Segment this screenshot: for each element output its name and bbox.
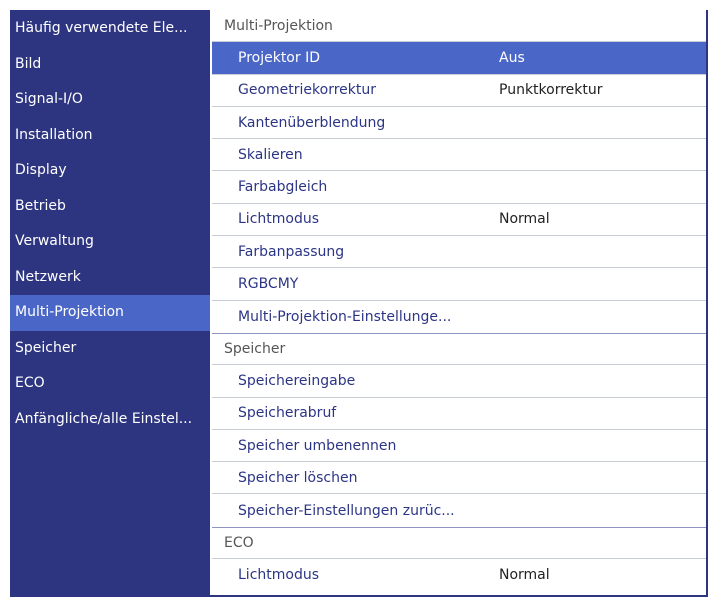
menu-row-skalieren[interactable]: Skalieren (212, 139, 706, 172)
menu-row-kantenueberblendung[interactable]: Kantenüberblendung (212, 107, 706, 140)
menu-row-multi-projektion-einstellungen[interactable]: Multi-Projektion-Einstellunge... (212, 301, 706, 333)
menu-row-label: Farbanpassung (238, 243, 345, 260)
menu-row-label: Skalieren (238, 146, 303, 163)
menu-row-label: Projektor ID (238, 49, 320, 66)
section-header-speicher: Speicher (212, 332, 706, 366)
menu-row-value: Punktkorrektur (499, 82, 603, 99)
sidebar-item-multi-projektion[interactable]: Multi-Projektion (10, 295, 210, 331)
sidebar-item-installation[interactable]: Installation (10, 118, 210, 154)
menu-row-label: Speicher-Einstellungen zurüc... (238, 502, 455, 519)
menu-row-value: Normal (499, 211, 550, 228)
menu-row-label: Lichtmodus (238, 567, 320, 584)
menu-row-lichtmodus[interactable]: Lichtmodus Normal (212, 204, 706, 237)
sidebar-item-anfaengliche-einstellungen[interactable]: Anfängliche/alle Einstel... (10, 402, 210, 438)
menu-row-projektor-id[interactable]: Projektor ID Aus (212, 42, 706, 75)
menu-row-speichereingabe[interactable]: Speichereingabe (212, 365, 706, 398)
sidebar: Häufig verwendete Ele... Bild Signal-I/O… (10, 10, 210, 595)
menu-row-farbanpassung[interactable]: Farbanpassung (212, 236, 706, 269)
menu-row-speicher-einstellungen-zuruecksetzen[interactable]: Speicher-Einstellungen zurüc... (212, 494, 706, 526)
menu-row-label: Speicher umbenennen (238, 437, 397, 454)
section-header-multi-projektion: Multi-Projektion (212, 10, 706, 43)
sidebar-item-verwaltung[interactable]: Verwaltung (10, 224, 210, 260)
settings-menu: Häufig verwendete Ele... Bild Signal-I/O… (10, 10, 708, 597)
sidebar-item-netzwerk[interactable]: Netzwerk (10, 260, 210, 296)
section-header-eco: ECO (212, 526, 706, 560)
settings-panel: Multi-Projektion Projektor ID Aus Geomet… (210, 10, 706, 595)
menu-row-speicher-loeschen[interactable]: Speicher löschen (212, 462, 706, 495)
menu-row-label: Kantenüberblendung (238, 114, 386, 131)
menu-row-farbabgleich[interactable]: Farbabgleich (212, 171, 706, 204)
sidebar-item-signal-io[interactable]: Signal-I/O (10, 82, 210, 118)
sidebar-item-haeufig-verwendete[interactable]: Häufig verwendete Ele... (10, 11, 210, 47)
menu-row-label: Speicher löschen (238, 469, 358, 486)
menu-row-label: Farbabgleich (238, 179, 328, 196)
sidebar-item-eco[interactable]: ECO (10, 366, 210, 402)
menu-row-value: Aus (499, 49, 525, 66)
menu-row-speicher-umbenennen[interactable]: Speicher umbenennen (212, 430, 706, 463)
sidebar-item-speicher[interactable]: Speicher (10, 331, 210, 367)
menu-row-speicherabruf[interactable]: Speicherabruf (212, 398, 706, 430)
menu-row-label: RGBCMY (238, 276, 299, 293)
menu-row-geometriekorrektur[interactable]: Geometriekorrektur Punktkorrektur (212, 75, 706, 107)
sidebar-item-display[interactable]: Display (10, 153, 210, 189)
menu-row-label: Geometriekorrektur (238, 82, 376, 99)
menu-row-label: Speicherabruf (238, 405, 337, 422)
sidebar-item-bild[interactable]: Bild (10, 47, 210, 83)
menu-row-label: Speichereingabe (238, 372, 356, 389)
menu-row-eco-lichtmodus[interactable]: Lichtmodus Normal (212, 559, 706, 591)
sidebar-item-betrieb[interactable]: Betrieb (10, 189, 210, 225)
menu-row-label: Multi-Projektion-Einstellunge... (238, 308, 452, 325)
menu-row-label: Lichtmodus (238, 211, 320, 228)
menu-row-rgbcmy[interactable]: RGBCMY (212, 268, 706, 301)
menu-row-value: Normal (499, 567, 550, 584)
